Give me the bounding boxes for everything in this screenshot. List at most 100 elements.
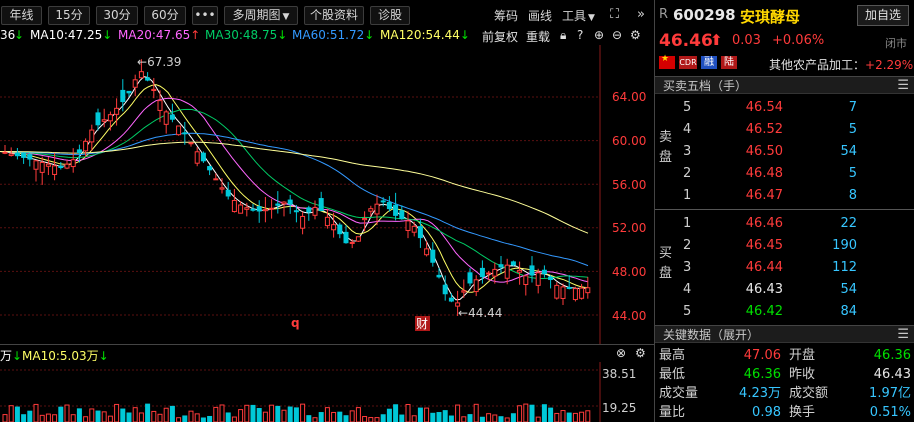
- volume-bar: [318, 412, 324, 422]
- candle: [21, 152, 27, 158]
- price-change: 0.03: [732, 33, 761, 48]
- candle: [194, 151, 200, 164]
- candle: [213, 178, 219, 181]
- volume-bar: [188, 410, 194, 422]
- help-icon[interactable]: ?: [577, 28, 583, 42]
- orderbook-row[interactable]: 5 46.54 7: [675, 97, 914, 119]
- volume-bar: [250, 404, 256, 422]
- r-prefix: R: [659, 7, 669, 22]
- volume-bar: [448, 415, 454, 422]
- ma-legend: 36 ↓ MA10:47.25↓ MA20:47.65↑ MA30:48.75↓…: [0, 27, 654, 45]
- candle: [461, 290, 467, 293]
- arrow-up-icon: ⬆: [710, 31, 723, 49]
- candle: [343, 231, 349, 244]
- candle: [498, 264, 504, 268]
- orderbook-row[interactable]: 1 46.46 22: [675, 213, 914, 235]
- volume-bar: [393, 404, 399, 422]
- ma5-down-icon: ↓: [14, 28, 25, 42]
- more-periods-button[interactable]: •••: [192, 6, 218, 25]
- ma30-line: [0, 108, 589, 279]
- orderbook-row[interactable]: 4 46.43 54: [675, 279, 914, 301]
- orderbook-title-label: 买卖五档（手）: [663, 79, 748, 93]
- candle: [467, 272, 473, 284]
- volume-chart[interactable]: 38.51 19.25: [0, 362, 654, 422]
- volume-bar: [107, 415, 113, 422]
- key-data-row: 量比 0.98 换手 0.51%: [659, 405, 911, 420]
- orderbook-row[interactable]: 2 46.45 190: [675, 235, 914, 257]
- period-15min-button[interactable]: 15分: [48, 6, 90, 25]
- orderbook-row[interactable]: 4 46.52 5: [675, 119, 914, 141]
- candle: [306, 207, 312, 213]
- zoom-out-icon[interactable]: ⊖: [612, 28, 622, 42]
- ma30-label: MA30:48.75↓: [205, 28, 288, 42]
- candle: [566, 286, 572, 289]
- cdr-badge: CDR: [679, 56, 697, 69]
- overlay-button[interactable]: 重载: [526, 28, 550, 45]
- diagnose-button[interactable]: 诊股: [370, 6, 410, 25]
- volume-bar: [95, 410, 101, 422]
- ma60-label: MA60:51.72↓: [292, 28, 375, 42]
- price-tick: 48.00: [612, 265, 646, 279]
- ma10-label: MA10:47.25↓: [30, 28, 113, 42]
- volume-bar: [169, 405, 175, 422]
- volume-bar: [293, 407, 299, 422]
- expand-icon[interactable]: ⛶: [610, 7, 619, 22]
- lock-icon[interactable]: 🔒︎: [560, 28, 566, 43]
- candle: [300, 215, 306, 229]
- volume-bar: [362, 416, 368, 422]
- volume-bar: [312, 417, 318, 422]
- vol-tick: 19.25: [602, 401, 636, 415]
- volume-bar: [380, 414, 386, 422]
- candle: [45, 163, 51, 167]
- menu-icon[interactable]: ☰: [897, 77, 909, 95]
- candle: [52, 165, 58, 175]
- candle: [293, 210, 299, 213]
- settings-icon[interactable]: ⚙: [635, 346, 646, 360]
- period-60min-button[interactable]: 60分: [144, 6, 186, 25]
- stock-name: 安琪酵母: [740, 8, 801, 26]
- orderbook-row[interactable]: 5 46.42 84: [675, 301, 914, 323]
- volume-bar: [114, 403, 120, 422]
- menu-icon[interactable]: ☰: [897, 326, 909, 344]
- zoom-in-icon[interactable]: ⊕: [594, 28, 604, 42]
- volume-bar: [281, 409, 287, 422]
- key-data-title[interactable]: 关键数据（展开） ☰: [655, 325, 914, 343]
- q-event-marker[interactable]: q: [291, 316, 300, 330]
- orderbook-row[interactable]: 3 46.44 112: [675, 257, 914, 279]
- double-chevron-right-icon[interactable]: »: [637, 7, 645, 22]
- orderbook-row[interactable]: 1 46.47 8: [675, 185, 914, 207]
- volume-bar: [399, 414, 405, 422]
- orderbook-row[interactable]: 3 46.50 54: [675, 141, 914, 163]
- orderbook-title: 买卖五档（手） ☰: [655, 76, 914, 94]
- tools-menu[interactable]: 工具 ▼: [562, 7, 595, 24]
- candle: [448, 297, 454, 302]
- volume-bar: [355, 407, 361, 422]
- volume-bar: [517, 405, 523, 422]
- volume-bar: [200, 417, 206, 422]
- period-30min-button[interactable]: 30分: [96, 6, 138, 25]
- draw-line-button[interactable]: 画线: [528, 7, 552, 24]
- candle: [207, 166, 213, 171]
- chart-toolbar: 年线 15分 30分 60分 ••• 多周期图 ▼ 个股资料 诊股 筹码 画线 工…: [0, 0, 654, 28]
- candle: [473, 279, 479, 293]
- volume-bar: [287, 406, 293, 422]
- chips-button[interactable]: 筹码: [494, 7, 518, 24]
- sector-label[interactable]: 其他农产品加工：+2.29%: [769, 56, 913, 73]
- forward-adjust-button[interactable]: 前复权: [482, 28, 518, 45]
- stock-code: 600298: [673, 6, 736, 24]
- kline-chart[interactable]: 64.00 60.00 56.00 52.00 48.00 44.00 ←67.…: [0, 45, 654, 344]
- candle: [132, 79, 138, 88]
- volume-bar: [126, 412, 132, 422]
- volume-bar: [374, 417, 380, 422]
- stock-profile-button[interactable]: 个股资料: [304, 6, 364, 25]
- orderbook-row[interactable]: 2 46.48 5: [675, 163, 914, 185]
- settings-icon[interactable]: ⚙: [630, 28, 641, 42]
- multi-period-button[interactable]: 多周期图 ▼: [224, 6, 298, 25]
- add-favorite-button[interactable]: 加自选: [857, 5, 909, 26]
- candle: [535, 272, 541, 286]
- close-icon[interactable]: ⊗: [616, 346, 626, 360]
- volume-bar: [498, 416, 504, 422]
- period-year-button[interactable]: 年线: [1, 6, 42, 25]
- volume-bar: [244, 404, 250, 422]
- buy-side-label: 买盘: [659, 246, 673, 281]
